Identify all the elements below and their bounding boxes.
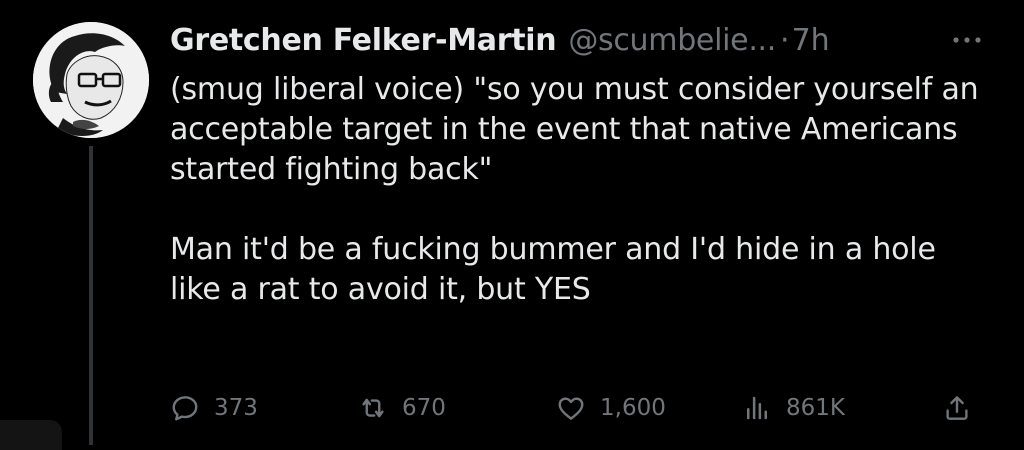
separator-dot: · <box>780 22 790 58</box>
retweet-button[interactable]: 670 <box>358 388 446 428</box>
portrait-illustration-icon <box>33 22 149 138</box>
tweet-header: Gretchen Felker-Martin @scumbelie... · 7… <box>170 18 1000 62</box>
ellipsis-icon <box>953 37 981 43</box>
thread-line <box>89 146 93 445</box>
author-name[interactable]: Gretchen Felker-Martin <box>170 23 557 58</box>
tweet-paragraph: Man it'd be a fucking bummer and I'd hid… <box>170 232 936 307</box>
views-count: 861K <box>786 395 845 421</box>
avatar[interactable] <box>33 22 149 138</box>
retweet-count: 670 <box>402 395 446 421</box>
more-options-button[interactable] <box>945 18 989 62</box>
reply-count: 373 <box>214 395 258 421</box>
tweet-paragraph: (smug liberal voice) "so you must consid… <box>170 72 979 187</box>
action-bar: 373 670 1,600 861K <box>170 388 990 428</box>
reply-button[interactable]: 373 <box>170 388 258 428</box>
background-element <box>0 420 62 450</box>
reply-icon <box>172 396 198 421</box>
like-button[interactable]: 1,600 <box>556 388 666 428</box>
share-icon <box>946 396 968 420</box>
heart-icon <box>558 397 584 420</box>
retweet-icon <box>362 398 384 418</box>
tweet-text: (smug liberal voice) "so you must consid… <box>170 70 990 310</box>
views-chart-icon <box>747 396 767 420</box>
views-button[interactable]: 861K <box>742 388 845 428</box>
timestamp[interactable]: 7h <box>792 23 830 58</box>
author-handle[interactable]: @scumbelie... <box>568 23 776 58</box>
share-button[interactable] <box>942 388 972 428</box>
like-count: 1,600 <box>600 395 666 421</box>
